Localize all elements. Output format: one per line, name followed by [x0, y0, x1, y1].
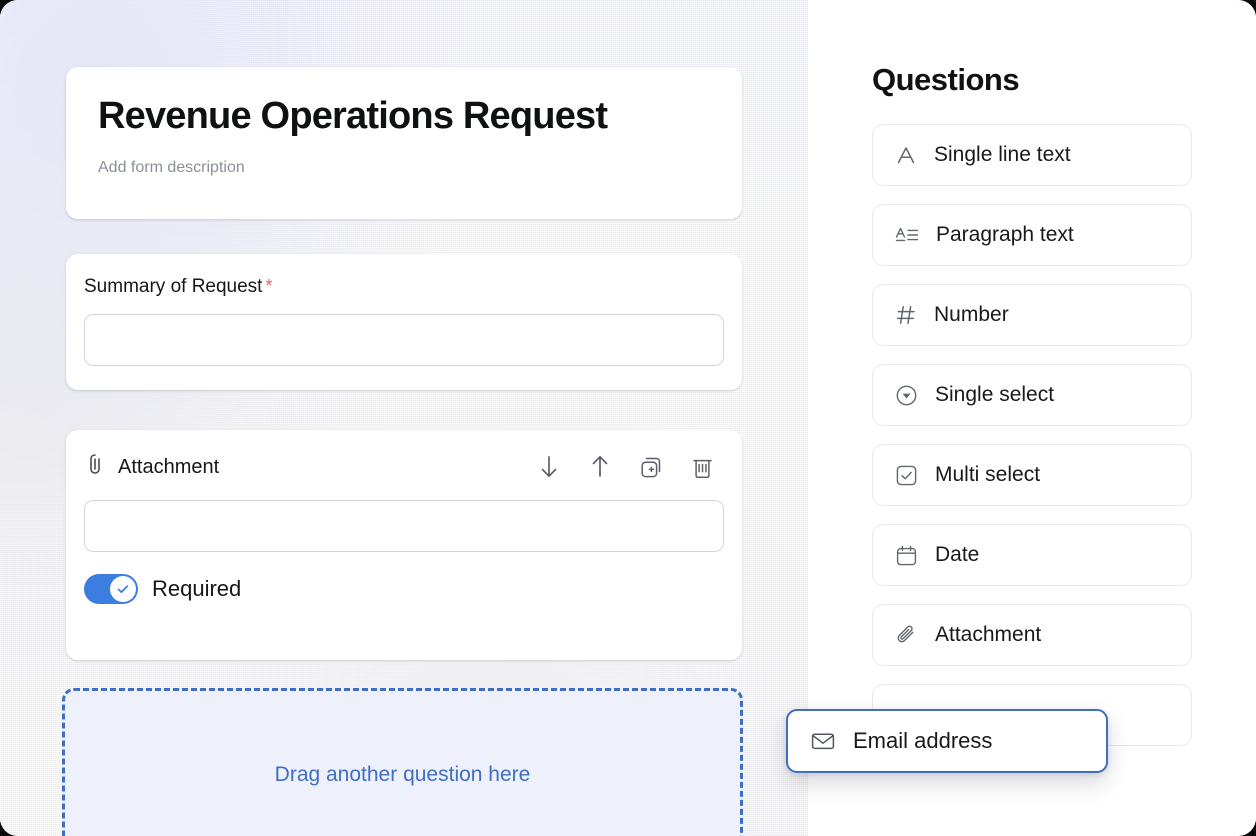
hash-icon — [895, 304, 917, 326]
form-header-card[interactable]: Revenue Operations Request Add form desc… — [66, 67, 742, 219]
paragraph-text-icon — [895, 224, 919, 246]
panel-title: Questions — [872, 62, 1020, 97]
question-title-label: Attachment — [118, 455, 220, 478]
question-label: Summary of Request — [84, 276, 263, 297]
question-type-label: Number — [934, 303, 1009, 326]
question-type-label: Date — [935, 543, 980, 566]
drop-zone-label: Drag another question here — [274, 763, 531, 786]
move-down-icon[interactable] — [537, 454, 561, 480]
required-toggle-row[interactable]: Required — [84, 574, 724, 604]
required-toggle[interactable] — [84, 574, 138, 604]
paperclip-icon — [84, 452, 106, 482]
question-title: Attachment — [84, 452, 219, 482]
app-window: Revenue Operations Request Add form desc… — [0, 0, 1256, 836]
move-up-icon[interactable] — [588, 454, 612, 480]
question-card-summary[interactable]: Summary of Request * — [66, 254, 742, 390]
form-canvas: Revenue Operations Request Add form desc… — [0, 0, 808, 836]
question-type-number[interactable]: Number — [872, 284, 1192, 346]
duplicate-icon[interactable] — [639, 455, 664, 480]
paperclip-icon — [895, 624, 918, 647]
calendar-icon — [895, 544, 918, 567]
required-toggle-label: Required — [152, 576, 242, 601]
question-type-single-select[interactable]: Single select — [872, 364, 1192, 426]
letter-a-icon — [895, 144, 917, 166]
envelope-icon — [810, 728, 836, 754]
toggle-knob — [110, 576, 136, 602]
question-type-label: Single select — [935, 383, 1055, 406]
dragged-question-label: Email address — [853, 728, 993, 753]
circle-chevron-down-icon — [895, 384, 918, 407]
summary-input[interactable] — [84, 314, 724, 366]
question-type-label: Single line text — [934, 143, 1071, 166]
attachment-input[interactable] — [84, 500, 724, 552]
checkbox-icon — [895, 464, 918, 487]
question-type-label: Multi select — [935, 463, 1041, 486]
required-asterisk: * — [265, 276, 273, 296]
page-title[interactable]: Revenue Operations Request — [98, 95, 710, 139]
delete-icon[interactable] — [691, 455, 714, 480]
question-type-label: Paragraph text — [936, 223, 1074, 246]
question-type-date[interactable]: Date — [872, 524, 1192, 586]
question-type-label: Attachment — [935, 623, 1042, 646]
form-description[interactable]: Add form description — [98, 159, 710, 177]
question-type-attachment[interactable]: Attachment — [872, 604, 1192, 666]
question-type-single-line-text[interactable]: Single line text — [872, 124, 1192, 186]
question-type-multi-select[interactable]: Multi select — [872, 444, 1192, 506]
question-toolbar — [537, 454, 724, 480]
question-header: Attachment — [84, 450, 724, 484]
dragged-question-email-address[interactable]: Email address — [786, 709, 1108, 773]
question-card-attachment[interactable]: Attachment Required — [66, 430, 742, 660]
question-drop-zone[interactable]: Drag another question here — [62, 688, 743, 836]
question-type-paragraph-text[interactable]: Paragraph text — [872, 204, 1192, 266]
question-label-row: Summary of Request * — [84, 276, 724, 298]
